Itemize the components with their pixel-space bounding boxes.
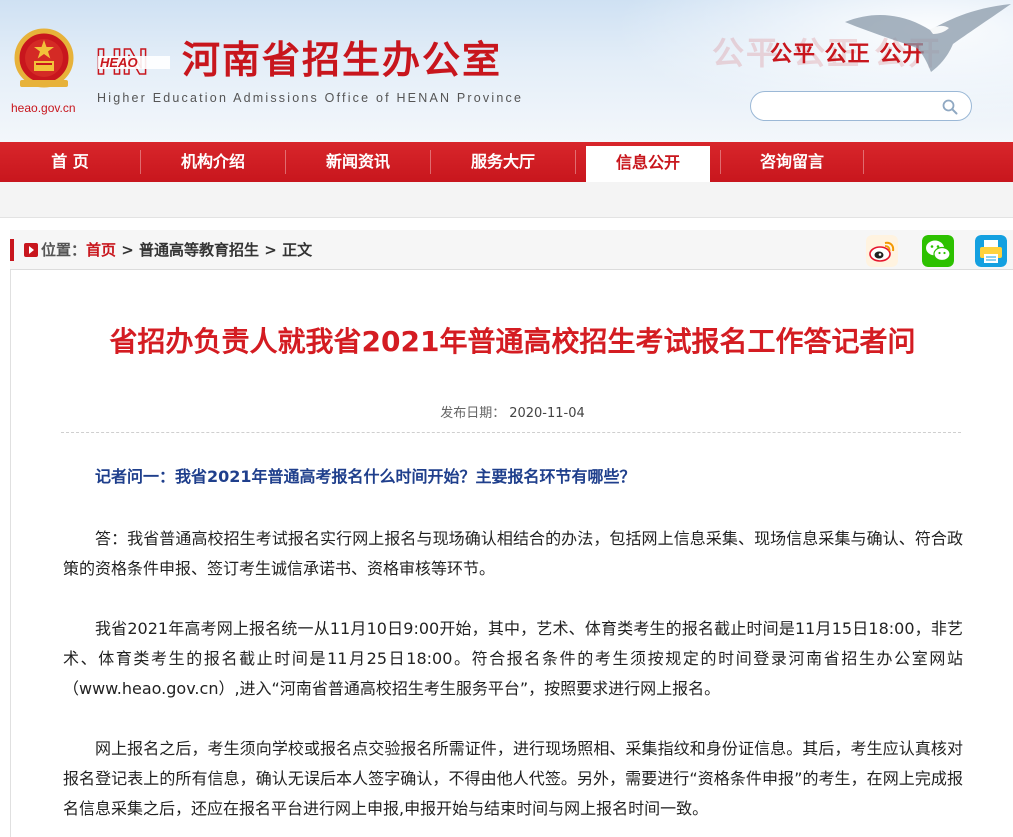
nav-home[interactable]: 首 页 [0,142,140,182]
publish-date: 发布日期： 2020-11-04 [11,402,1013,421]
article-paragraph: 网上报名之后，考生须向学校或报名点交验报名所需证件，进行现场照相、采集指纹和身份… [63,739,963,818]
heao-logo[interactable]: HN HEAO [96,42,174,80]
logo-text: HEAO [100,55,138,70]
eagle-icon [845,4,1011,72]
nav-divider [575,150,576,174]
publish-date-value: 2020-11-04 [509,406,585,421]
nav-divider [863,150,864,174]
nav-about[interactable]: 机构介绍 [141,142,285,182]
site-subtitle: Higher Education Admissions Office of HE… [97,91,524,105]
sub-nav-band [0,182,1013,218]
nav-service-hall[interactable]: 服务大厅 [431,142,575,182]
print-icon[interactable] [975,235,1007,267]
breadcrumb-current: 正文 [282,241,313,259]
site-header: heao.gov.cn HN HEAO 河南省招生办公室 Higher Educ… [0,0,1013,142]
search-box[interactable] [750,91,972,121]
site-domain: heao.gov.cn [11,101,76,115]
breadcrumb-section[interactable]: 普通高等教育招生 [139,241,259,259]
breadcrumb-home[interactable]: 首页 [86,241,116,259]
article-title: 省招办负责人就我省2021年普通高校招生考试报名工作答记者问 [109,325,916,358]
article-question: 记者问一：我省2021年普通高考报名什么时间开始？主要报名环节有哪些？ [95,467,636,486]
article-paragraph: 答：我省普通高校招生考试报名实行网上报名与现场确认相结合的办法，包括网上信息采集… [63,529,963,578]
main-nav: 首 页 机构介绍 新闻资讯 服务大厅 信息公开 咨询留言 [0,142,1013,182]
search-input[interactable] [763,97,933,115]
search-icon[interactable] [941,98,959,116]
breadcrumb-bar: 位置：首页 > 普通高等教育招生 > 正文 [10,230,1013,270]
divider [61,432,961,433]
article: 省招办负责人就我省2021年普通高校招生考试报名工作答记者问 发布日期： 2020… [10,270,1013,837]
nav-info-disclosure[interactable]: 信息公开 [586,146,710,182]
breadcrumb-separator: > [116,241,140,259]
breadcrumb-separator: > [259,241,283,259]
location-icon [24,243,38,257]
nav-consult[interactable]: 咨询留言 [721,142,863,182]
breadcrumb-marker [10,239,14,261]
breadcrumb: 位置：首页 > 普通高等教育招生 > 正文 [41,230,312,270]
breadcrumb-label: 位置： [41,241,87,259]
nav-news[interactable]: 新闻资讯 [286,142,430,182]
weibo-icon[interactable] [866,235,898,267]
article-paragraph: 我省2021年高考网上报名统一从11月10日9:00开始，其中，艺术、体育类考生… [63,619,963,698]
wechat-icon[interactable] [922,235,954,267]
site-title: 河南省招生办公室 [182,38,503,82]
national-emblem-icon[interactable] [12,28,76,92]
publish-date-label: 发布日期： [440,406,506,421]
